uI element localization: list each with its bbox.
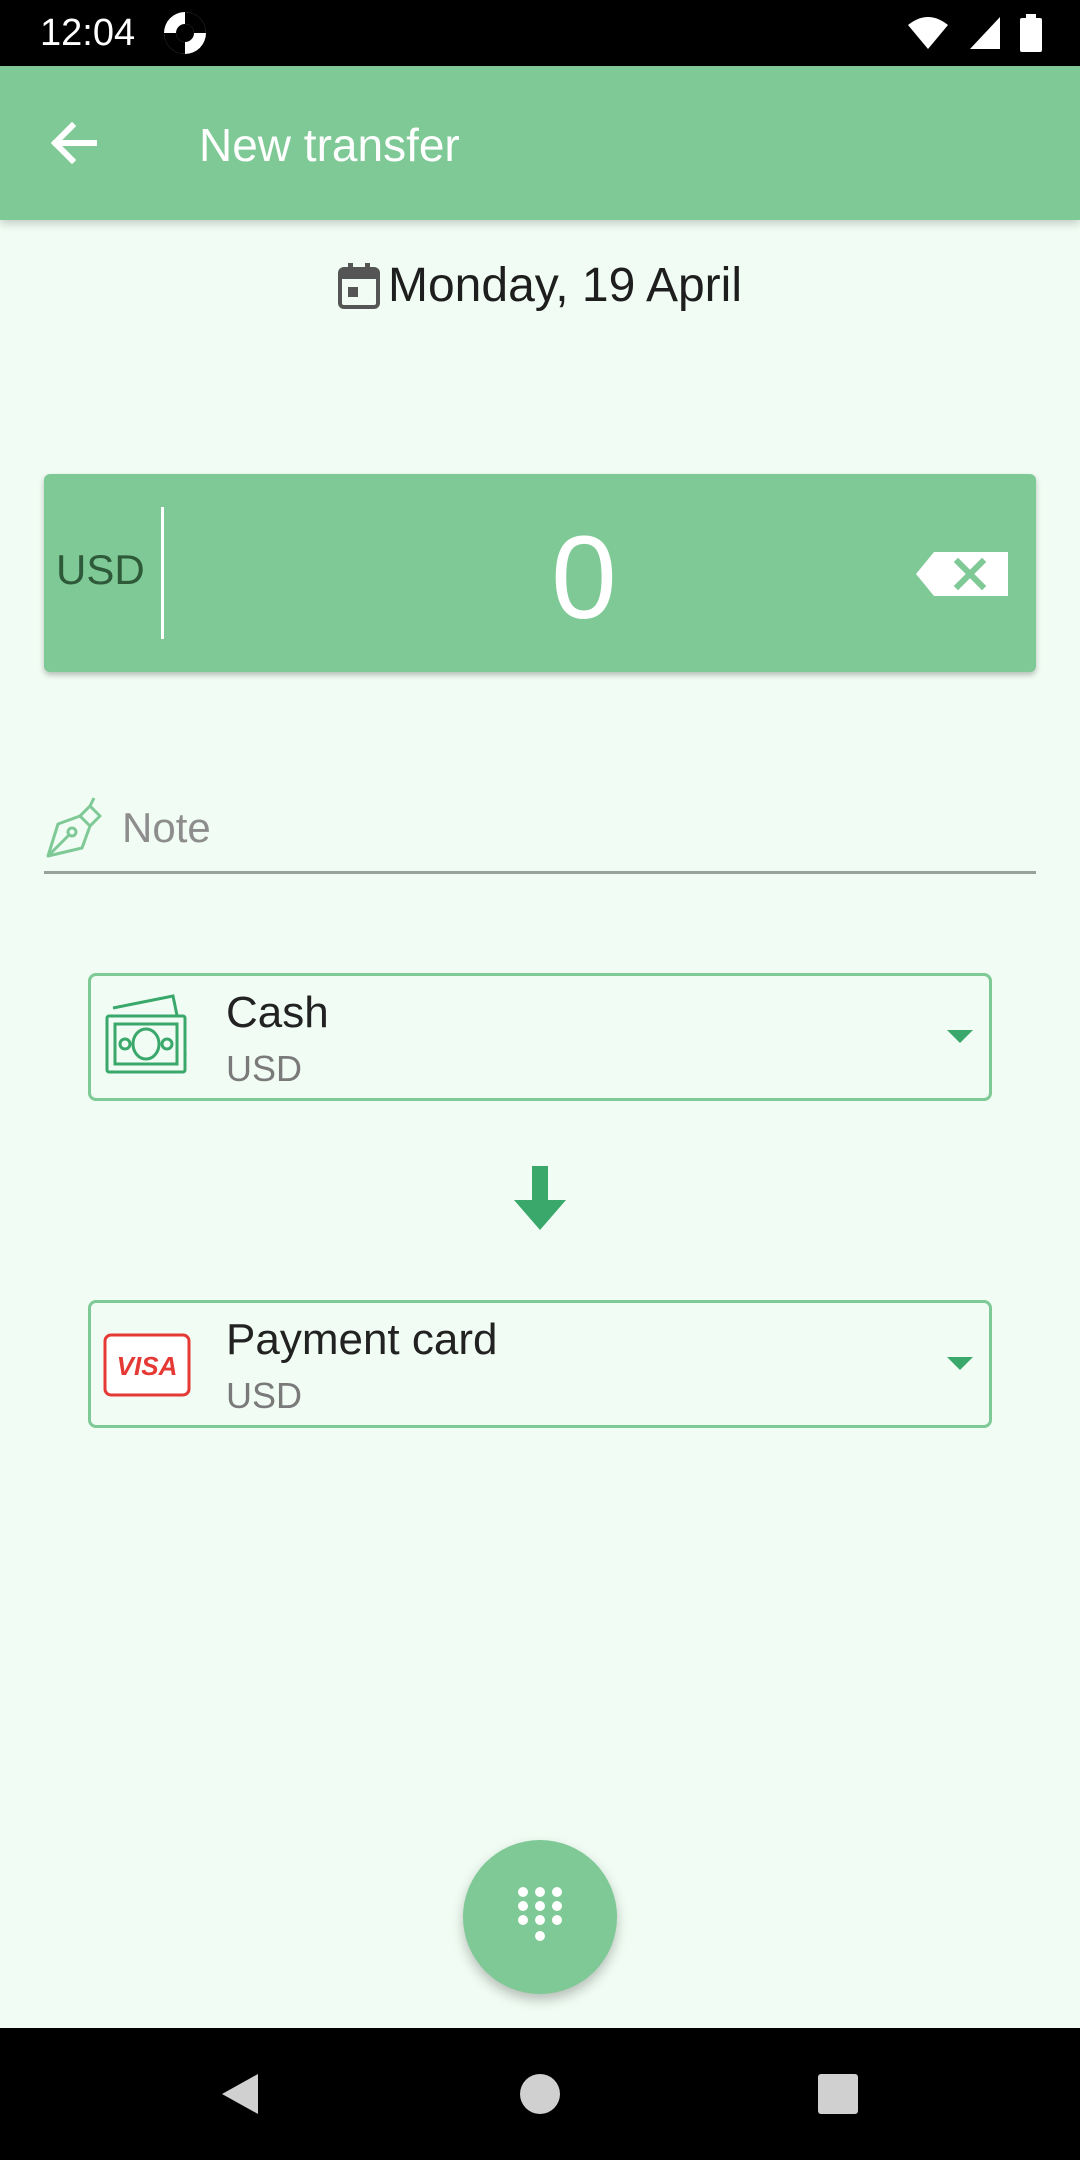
nav-recents-icon[interactable]: [814, 2070, 862, 2118]
backspace-icon[interactable]: [914, 550, 1010, 598]
arrow-down-icon: [514, 1166, 566, 1230]
nav-back-icon[interactable]: [216, 2070, 264, 2118]
wifi-icon: [908, 17, 948, 49]
from-account-currency: USD: [226, 1048, 303, 1089]
status-time: 12:04: [40, 12, 136, 54]
from-account-name: Cash: [226, 988, 329, 1037]
cash-icon: [105, 994, 187, 1074]
date-selector[interactable]: Monday, 19 April: [0, 258, 1080, 313]
system-nav-bar: [0, 2028, 1080, 2160]
calendar-icon: [338, 262, 380, 309]
amount-display[interactable]: USD 0: [44, 474, 1036, 672]
amount-divider: [161, 507, 164, 639]
signal-icon: [970, 17, 1000, 49]
date-label: Monday, 19 April: [388, 259, 742, 312]
to-account-currency: USD: [226, 1375, 303, 1416]
arrow-back-icon[interactable]: [44, 113, 104, 173]
page-title: New transfer: [199, 119, 460, 171]
amount-currency[interactable]: USD: [56, 546, 145, 594]
to-account-name: Payment card: [226, 1315, 498, 1364]
visa-card-icon: VISA: [103, 1333, 191, 1397]
visa-card-text: VISA: [117, 1351, 178, 1381]
chevron-down-icon: [947, 1357, 973, 1370]
from-account-select[interactable]: Cash USD: [88, 973, 992, 1101]
note-placeholder: Note: [122, 804, 211, 851]
battery-icon: [1020, 14, 1042, 52]
dialpad-icon: [518, 1887, 562, 1941]
status-bar: 12:04: [0, 0, 1080, 66]
app-notification-icon: [164, 12, 206, 54]
to-account-select[interactable]: VISA Payment card USD: [88, 1300, 992, 1428]
note-field[interactable]: Note: [44, 790, 1036, 874]
keypad-button[interactable]: [463, 1840, 617, 1994]
amount-value: 0: [551, 512, 617, 644]
pen-icon: [46, 797, 102, 858]
nav-home-icon[interactable]: [516, 2070, 564, 2118]
app-bar: New transfer: [0, 66, 1080, 220]
chevron-down-icon: [947, 1030, 973, 1043]
status-icons: [906, 14, 1042, 52]
